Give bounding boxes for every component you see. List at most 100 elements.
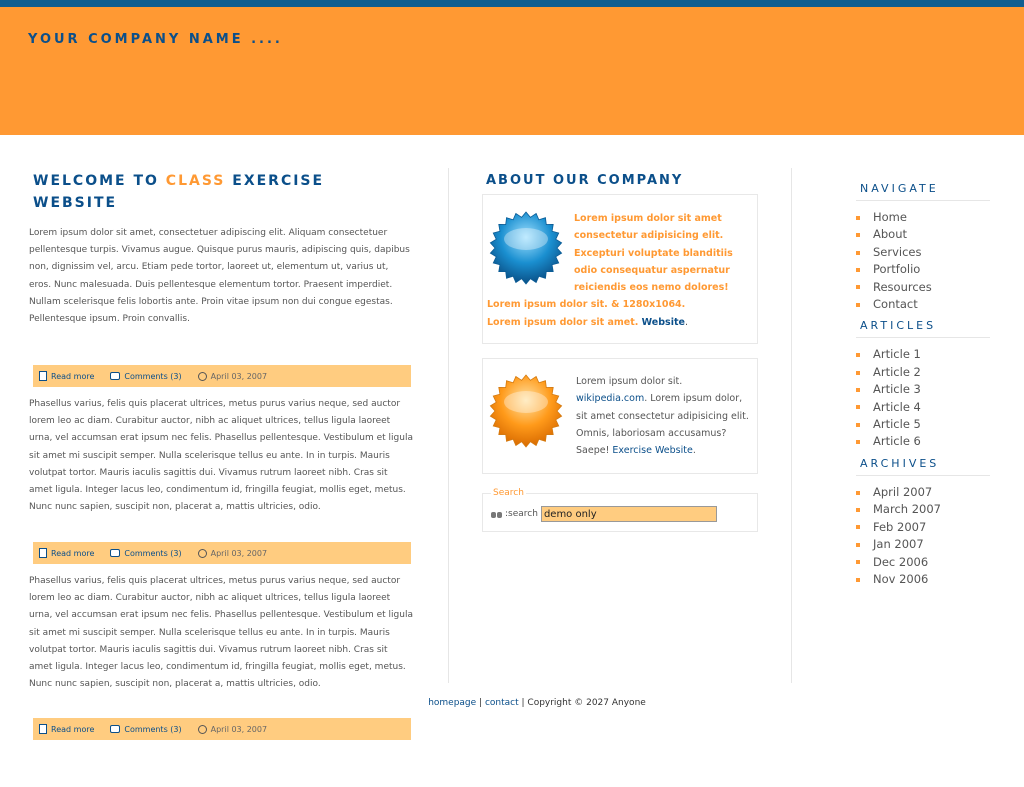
welcome-heading: WELCOME TO CLASS EXERCISE WEBSITE <box>33 173 325 211</box>
about-box-blue: Lorem ipsum dolor sit amet consectetur a… <box>482 194 758 344</box>
bullet-icon <box>856 353 860 358</box>
header-banner: YOUR COMPANY NAME .... <box>0 7 1024 135</box>
clock-icon <box>197 548 207 558</box>
bullet-icon <box>856 370 860 375</box>
comment-icon <box>110 372 121 380</box>
divider <box>856 200 990 201</box>
comments-link[interactable]: Comments (3) <box>124 549 181 558</box>
articles-list: Article 1 Article 2 Article 3 Article 4 Arti… <box>856 346 990 450</box>
archive-item[interactable]: March 2007 <box>856 501 990 518</box>
post-date: April 03, 2007 <box>210 548 268 558</box>
top-accent-bar <box>0 0 1024 7</box>
footer: homepage | contact | Copyright © 2027 An… <box>428 698 646 708</box>
nav-item[interactable]: About <box>856 226 990 243</box>
archive-item[interactable]: Feb 2007 <box>856 519 990 536</box>
bullet-icon <box>856 525 860 530</box>
archive-item[interactable]: Nov 2006 <box>856 571 990 588</box>
bullet-icon <box>856 440 860 445</box>
post-date: April 03, 2007 <box>210 371 268 381</box>
read-more-link[interactable]: Read more <box>51 372 94 381</box>
archives-heading: ARCHIVES <box>860 456 940 470</box>
navigate-list: Home About Services Portfolio Resources Conta… <box>856 209 990 313</box>
heading-highlight: CLASS <box>165 173 226 189</box>
post-meta-bar: Read more Comments (3) April 03, 2007 <box>33 365 411 387</box>
sidebar: NAVIGATE Home About Services Portfolio Resou… <box>856 180 990 592</box>
nav-link[interactable]: Portfolio <box>873 261 920 278</box>
search-fieldset: Search :search <box>482 488 758 532</box>
divider <box>856 474 990 476</box>
nav-link[interactable]: Resources <box>873 279 932 296</box>
read-more-link[interactable]: Read more <box>51 549 94 558</box>
archive-link[interactable]: April 2007 <box>873 484 932 501</box>
article-link[interactable]: Article 2 <box>873 364 921 381</box>
website-link[interactable]: Website <box>642 317 685 328</box>
articles-heading: ARTICLES <box>860 319 937 333</box>
nav-item[interactable]: Portfolio <box>856 261 990 278</box>
column-divider <box>791 168 792 683</box>
archive-link[interactable]: Nov 2006 <box>873 571 928 588</box>
nav-link[interactable]: Contact <box>873 296 918 313</box>
bullet-icon <box>856 302 860 307</box>
homepage-link[interactable]: homepage <box>428 698 476 708</box>
document-icon <box>39 548 47 558</box>
post-meta-bar: Read more Comments (3) April 03, 2007 <box>33 542 411 564</box>
article-link[interactable]: Article 4 <box>873 399 921 416</box>
archive-item[interactable]: April 2007 <box>856 484 990 501</box>
nav-item[interactable]: Resources <box>856 279 990 296</box>
navigate-heading: NAVIGATE <box>860 182 939 195</box>
archive-link[interactable]: Jan 2007 <box>873 536 924 553</box>
clock-icon <box>197 724 207 734</box>
archive-link[interactable]: Feb 2007 <box>873 519 926 536</box>
archive-item[interactable]: Jan 2007 <box>856 536 990 553</box>
document-icon <box>39 724 47 734</box>
post-text: Lorem ipsum dolor sit amet, consectetuer… <box>29 228 410 325</box>
contact-link[interactable]: contact <box>485 698 519 708</box>
read-more-link[interactable]: Read more <box>51 725 94 734</box>
bullet-icon <box>856 267 860 272</box>
exercise-website-link[interactable]: Exercise Website <box>612 445 692 456</box>
divider <box>856 337 990 339</box>
search-legend: Search <box>491 488 526 498</box>
nav-link[interactable]: Services <box>873 244 922 261</box>
bullet-icon <box>856 507 860 512</box>
bullet-icon <box>856 577 860 582</box>
article-item[interactable]: Article 1 <box>856 346 990 363</box>
post-date: April 03, 2007 <box>210 724 268 734</box>
bullet-icon <box>856 387 860 392</box>
article-link[interactable]: Article 3 <box>873 381 921 398</box>
article-item[interactable]: Article 5 <box>856 416 990 433</box>
nav-item[interactable]: Home <box>856 209 990 226</box>
about-box-text: Lorem ipsum dolor sit amet consectetur a… <box>487 213 733 328</box>
article-item[interactable]: Article 3 <box>856 381 990 398</box>
comments-link[interactable]: Comments (3) <box>124 725 181 734</box>
article-item[interactable]: Article 4 <box>856 399 990 416</box>
article-link[interactable]: Article 6 <box>873 433 921 450</box>
article-item[interactable]: Article 2 <box>856 364 990 381</box>
post-text: Phasellus varius, felis quis placerat ul… <box>29 399 413 513</box>
nav-item[interactable]: Contact <box>856 296 990 313</box>
binoculars-icon <box>491 510 503 519</box>
bullet-icon <box>856 542 860 547</box>
search-label: :search <box>505 509 538 519</box>
article-item[interactable]: Article 6 <box>856 433 990 450</box>
wikipedia-link[interactable]: wikipedia.com <box>576 393 644 404</box>
search-input[interactable] <box>540 506 717 522</box>
about-box-text: Lorem ipsum dolor sit. wikipedia.com. Lo… <box>576 376 749 457</box>
article-link[interactable]: Article 1 <box>873 346 921 363</box>
about-heading: ABOUT OUR COMPANY <box>486 173 684 188</box>
archive-link[interactable]: Dec 2006 <box>873 554 928 571</box>
site-title: YOUR COMPANY NAME .... <box>28 32 283 47</box>
clock-icon <box>197 371 207 381</box>
bullet-icon <box>856 490 860 495</box>
bullet-icon <box>856 233 860 238</box>
about-column: ABOUT OUR COMPANY Lorem ipsum dolor sit … <box>482 170 758 532</box>
nav-item[interactable]: Services <box>856 244 990 261</box>
archive-link[interactable]: March 2007 <box>873 501 941 518</box>
archive-item[interactable]: Dec 2006 <box>856 554 990 571</box>
document-icon <box>39 371 47 381</box>
comments-link[interactable]: Comments (3) <box>124 372 181 381</box>
nav-link[interactable]: Home <box>873 209 907 226</box>
nav-link[interactable]: About <box>873 226 907 243</box>
bullet-icon <box>856 250 860 255</box>
article-link[interactable]: Article 5 <box>873 416 921 433</box>
